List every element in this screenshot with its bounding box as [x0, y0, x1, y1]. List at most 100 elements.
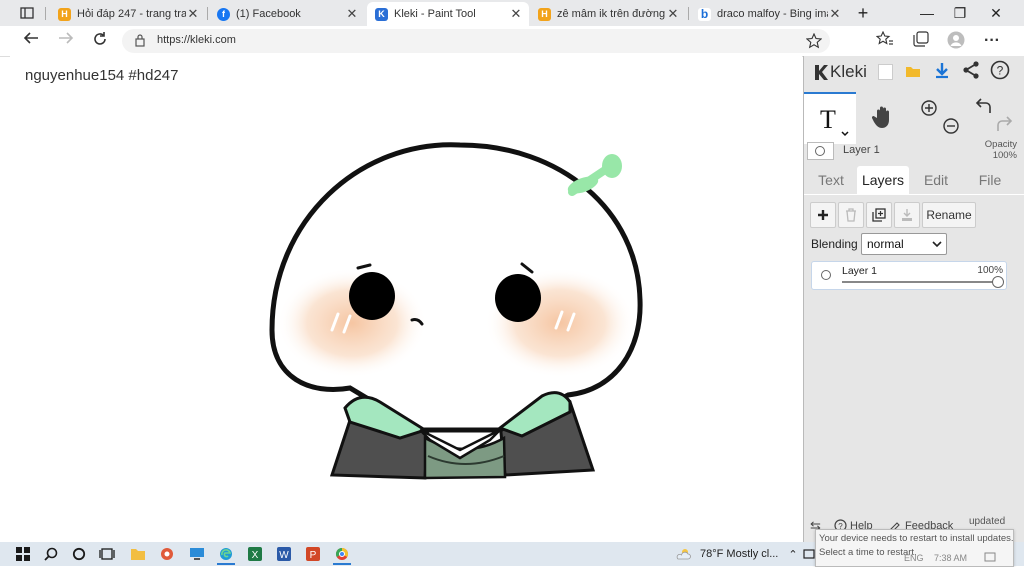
hoidap-favicon-icon: H: [538, 7, 551, 21]
tab-kleki[interactable]: K Kleki - Paint Tool ✕: [367, 2, 529, 26]
profile-avatar[interactable]: [945, 31, 967, 51]
tab-file[interactable]: File: [962, 166, 1018, 194]
address-bar: https://kleki.com ···: [0, 26, 1024, 57]
window-close-button[interactable]: ✕: [981, 3, 1011, 23]
close-icon[interactable]: ✕: [828, 6, 842, 22]
excel-icon[interactable]: X: [246, 545, 264, 563]
collections-icon[interactable]: [910, 31, 932, 51]
tab-separator: [45, 7, 46, 20]
browser-tab-bar: H Hỏi đáp 247 - trang tra loi ✕ f (1) Fa…: [0, 0, 1024, 26]
new-tab-button[interactable]: +: [848, 3, 878, 23]
tab-title: Hỏi đáp 247 - trang tra loi: [77, 8, 186, 20]
close-icon[interactable]: ✕: [666, 6, 680, 22]
new-image-icon[interactable]: [878, 64, 893, 80]
facebook-favicon-icon: f: [217, 7, 230, 21]
zoom-out-icon[interactable]: [943, 118, 959, 134]
sprout-leaf-right: [602, 154, 622, 178]
close-icon[interactable]: ✕: [186, 6, 200, 22]
share-icon[interactable]: [962, 61, 980, 82]
canvas-signature-text: nguyenhue154 #hd247: [25, 67, 179, 84]
weather-text[interactable]: 78°F Mostly cl...: [700, 548, 778, 560]
left-eye: [349, 272, 395, 320]
favorites-icon[interactable]: [874, 30, 896, 51]
reload-icon[interactable]: [89, 31, 111, 51]
drawing-character: [269, 142, 643, 480]
svg-text:T: T: [820, 105, 836, 134]
tab-text[interactable]: Text: [806, 166, 856, 194]
url-field[interactable]: https://kleki.com: [122, 29, 830, 53]
help-icon[interactable]: ?: [990, 60, 1010, 83]
add-favorite-icon[interactable]: [805, 32, 823, 52]
notifications-icon[interactable]: [984, 552, 996, 563]
update-notification-tooltip[interactable]: Your device needs to restart to install …: [815, 529, 1014, 567]
svg-text:P: P: [310, 550, 317, 561]
svg-text:X: X: [252, 550, 259, 561]
opacity-label: Opacity: [984, 139, 1017, 150]
tab-separator: [207, 7, 208, 20]
remote-desktop-icon[interactable]: [188, 545, 206, 563]
forward-arrow-icon[interactable]: [55, 31, 77, 51]
undo-icon[interactable]: [975, 98, 991, 113]
plus-icon: [818, 210, 828, 220]
blending-select[interactable]: normal: [861, 233, 947, 255]
tab-edit[interactable]: Edit: [910, 166, 962, 194]
merge-layer-button[interactable]: [894, 202, 920, 228]
layer-opacity-slider-track[interactable]: [842, 281, 998, 283]
close-icon[interactable]: ✕: [345, 6, 359, 22]
open-folder-icon[interactable]: [905, 64, 921, 81]
more-options-icon[interactable]: ···: [981, 31, 1003, 51]
bing-favicon-icon: b: [698, 7, 711, 21]
powerpoint-icon[interactable]: P: [304, 545, 322, 563]
kleki-favicon-icon: K: [375, 7, 388, 21]
duplicate-icon: [872, 208, 886, 222]
layer-item-opacity: 100%: [977, 265, 1003, 276]
chrome-icon[interactable]: [333, 545, 351, 565]
lock-icon[interactable]: [135, 34, 145, 50]
layer-list-item[interactable]: Layer 1 100%: [811, 261, 1007, 290]
hand-tool-button[interactable]: [858, 92, 910, 142]
tab-facebook[interactable]: f (1) Facebook ✕: [209, 2, 365, 26]
windows-start-icon[interactable]: [14, 545, 32, 563]
download-icon[interactable]: [934, 61, 950, 82]
text-tool-icon: T: [820, 105, 849, 137]
panel-tabs: Text Layers Edit File: [804, 166, 1024, 194]
word-icon[interactable]: W: [275, 545, 293, 563]
history-buttons: [966, 92, 1022, 142]
tab-separator: [688, 7, 689, 20]
search-icon[interactable]: [42, 545, 60, 563]
tab-hoidap[interactable]: H Hỏi đáp 247 - trang tra loi ✕: [50, 2, 206, 26]
back-arrow-icon[interactable]: [20, 31, 42, 51]
file-explorer-icon[interactable]: [129, 545, 147, 563]
tab-title: zê mâm ik trên đường và: [557, 8, 666, 20]
layer-thumbnail[interactable]: [807, 142, 834, 160]
add-layer-button[interactable]: [810, 202, 836, 228]
rename-button[interactable]: Rename: [922, 202, 976, 228]
task-view-icon[interactable]: [98, 545, 116, 563]
trash-icon: [846, 208, 856, 222]
url-text: https://kleki.com: [157, 34, 236, 46]
zoom-in-icon[interactable]: [921, 100, 937, 116]
duplicate-layer-button[interactable]: [866, 202, 892, 228]
restore-button[interactable]: ❐: [945, 3, 975, 23]
language-indicator[interactable]: ENG: [904, 553, 924, 563]
clock-time[interactable]: 7:38 AM: [934, 553, 967, 563]
tab-layers[interactable]: Layers: [857, 166, 909, 194]
tab-actions-icon[interactable]: [18, 4, 36, 22]
text-tool-button[interactable]: T: [804, 92, 856, 144]
app-red-icon[interactable]: [158, 545, 176, 563]
minimize-button[interactable]: —: [912, 3, 942, 23]
layer-opacity-slider-handle[interactable]: [992, 276, 1004, 288]
cortana-icon[interactable]: [70, 545, 88, 563]
opacity-readout: Opacity 100%: [985, 139, 1017, 161]
weather-icon[interactable]: [675, 545, 693, 563]
edge-browser-icon[interactable]: [217, 545, 235, 565]
tab-bing[interactable]: b draco malfoy - Bing image ✕: [690, 2, 848, 26]
kleki-logo[interactable]: Kleki: [812, 62, 867, 82]
delete-layer-button[interactable]: [838, 202, 864, 228]
close-icon[interactable]: ✕: [509, 6, 523, 22]
redo-icon[interactable]: [997, 116, 1013, 131]
chevron-up-icon[interactable]: ⌃: [784, 545, 802, 563]
updated-label: updated: [969, 516, 1006, 527]
tab-hoidap-2[interactable]: H zê mâm ik trên đường và ✕: [530, 2, 686, 26]
tab-title: Kleki - Paint Tool: [394, 8, 476, 20]
